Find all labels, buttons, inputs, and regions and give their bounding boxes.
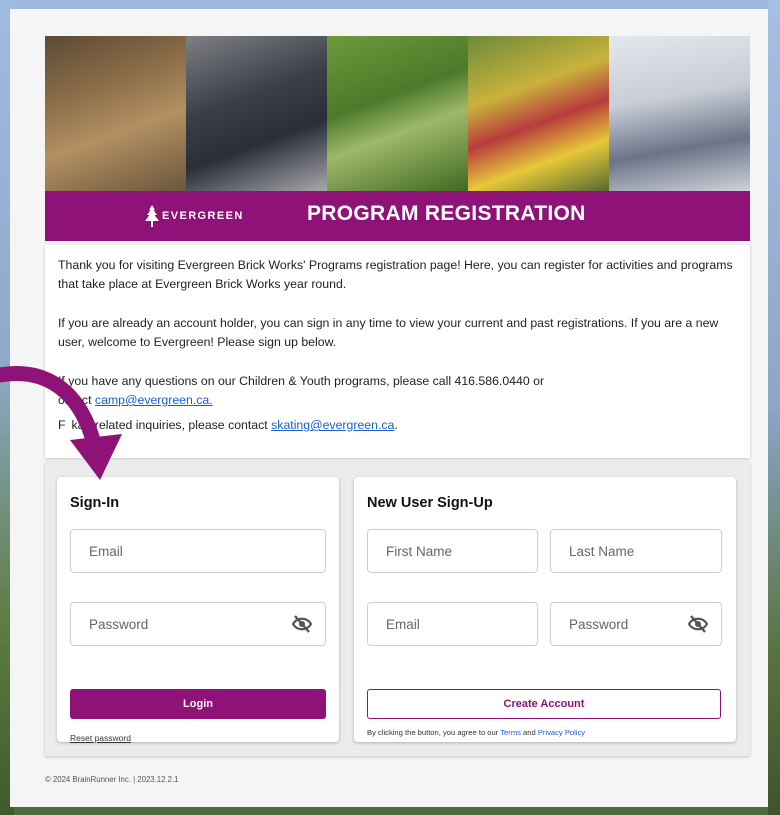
page-title: PROGRAM REGISTRATION [307, 202, 586, 225]
forms-section: Sign-In Email Password Login Reset passw… [45, 462, 750, 756]
terms-notice: By clicking the button, you agree to our… [367, 728, 585, 737]
intro-paragraph-4: Fkag related inquiries, please contact s… [58, 416, 743, 435]
signin-email-placeholder: Email [89, 544, 123, 559]
logo-text: EVERGREEN [162, 210, 244, 222]
first-name-placeholder: First Name [386, 544, 453, 559]
last-name-placeholder: Last Name [569, 544, 635, 559]
photo-kids-raincoats [468, 36, 609, 191]
terms-prefix: By clicking the button, you agree to our [367, 728, 501, 737]
eye-off-icon[interactable] [687, 614, 709, 639]
program-banner: EVERGREEN PROGRAM REGISTRATION [45, 36, 750, 241]
photo-kids-biking [327, 36, 468, 191]
intro-paragraph-1: Thank you for visiting Evergreen Brick W… [58, 258, 733, 291]
photo-kids-building [45, 36, 186, 191]
login-button[interactable]: Login [70, 689, 326, 719]
signin-title: Sign-In [70, 495, 120, 511]
privacy-policy-link[interactable]: Privacy Policy [538, 728, 585, 737]
reset-password-link[interactable]: Reset password [70, 733, 131, 743]
signin-password-field[interactable]: Password [70, 602, 326, 646]
signin-card: Sign-In Email Password Login Reset passw… [57, 477, 339, 743]
terms-and: and [520, 728, 538, 737]
signup-title: New User Sign-Up [367, 495, 493, 511]
intro-paragraph-2: If you are already an account holder, yo… [58, 316, 719, 349]
first-name-field[interactable]: First Name [367, 529, 538, 573]
last-name-field[interactable]: Last Name [550, 529, 722, 573]
background-right [768, 0, 780, 815]
tree-logo-icon [145, 205, 159, 227]
photo-child-winter [186, 36, 327, 191]
footer-copyright: © 2024 BrainRunner Inc. | 2023.12.2.1 [45, 775, 179, 784]
banner-photos [45, 36, 750, 191]
photo-group-walk [609, 36, 750, 191]
intro-paragraph-3-text: If you have any questions on our Childre… [58, 374, 545, 388]
brand-bar: EVERGREEN PROGRAM REGISTRATION [45, 191, 750, 241]
signin-email-field[interactable]: Email [70, 529, 326, 573]
intro-panel: Thank you for visiting Evergreen Brick W… [45, 245, 750, 458]
skating-email-link[interactable]: skating@evergreen.ca [271, 418, 394, 432]
create-account-button[interactable]: Create Account [367, 689, 721, 719]
intro-paragraph-4-suffix: . [394, 418, 398, 432]
signin-password-placeholder: Password [89, 617, 149, 632]
intro-paragraph-3: If you have any questions on our Childre… [58, 372, 743, 410]
signup-email-field[interactable]: Email [367, 602, 538, 646]
signup-card: New User Sign-Up First Name Last Name Em… [354, 477, 736, 742]
eye-off-icon[interactable] [291, 614, 313, 639]
signup-password-field[interactable]: Password [550, 602, 722, 646]
signup-email-placeholder: Email [386, 617, 420, 632]
terms-link[interactable]: Terms [500, 728, 521, 737]
evergreen-logo: EVERGREEN [145, 205, 244, 227]
curved-arrow-icon [0, 366, 122, 480]
signup-password-placeholder: Password [569, 617, 629, 632]
